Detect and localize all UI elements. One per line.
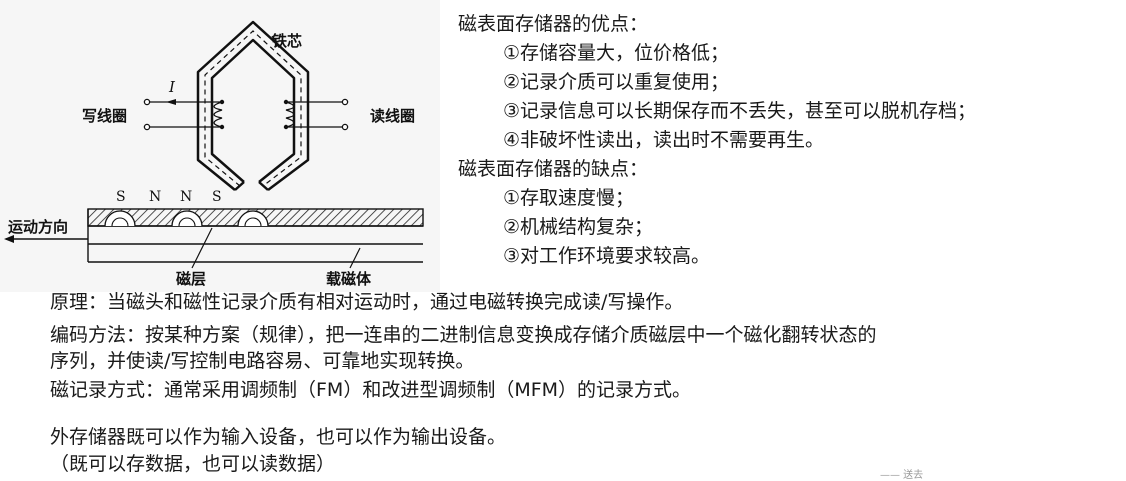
core-inner: [210, 38, 296, 183]
recording-method-text: 磁记录方式：通常采用调频制（FM）和改进型调频制（MFM）的记录方式。: [50, 379, 692, 401]
disadvantage-item: ①存取速度慢；: [503, 187, 635, 209]
direction-label: 运动方向: [8, 218, 69, 236]
advantage-item: ②记录介质可以重复使用；: [503, 71, 730, 93]
recording-medium: [87, 208, 424, 269]
footer-stub: —— 送去: [880, 470, 924, 481]
advantage-item: ①存储容量大，位价格低；: [503, 42, 730, 64]
core-flux-line: [204, 30, 302, 187]
substrate-label: 载磁体: [326, 270, 372, 288]
read-coil-label: 读线圈: [370, 107, 416, 125]
principle-text: 原理：当磁头和磁性记录介质有相对运动时，通过电磁转换完成读/写操作。: [50, 291, 684, 313]
external-storage-text: 外存储器既可以作为输入设备，也可以作为输出设备。: [50, 426, 507, 448]
disadvantage-item: ③对工作环境要求较高。: [503, 245, 711, 267]
advantage-item: ③记录信息可以长期保存而不丢失，甚至可以脱机存档；: [503, 100, 977, 122]
encoding-text-line1: 编码方法：按某种方案（规律），把一连串的二进制信息变换成存储介质磁层中一个磁化翻…: [50, 324, 877, 346]
magnetic-head-diagram: 铁芯 写线圈 读线圈 I 运动方向 磁层 载磁体 S N N S: [0, 0, 440, 292]
pole-label: S: [212, 189, 222, 205]
core-label: 铁芯: [272, 32, 303, 50]
disadvantage-item: ②机械结构复杂；: [503, 216, 654, 238]
advantages-heading: 磁表面存储器的优点：: [458, 13, 649, 35]
current-label: I: [169, 78, 175, 96]
pole-label: S: [116, 189, 126, 205]
write-coil-label: 写线圈: [82, 107, 128, 125]
advantage-item: ④非破坏性读出，读出时不需要再生。: [503, 129, 825, 151]
encoding-text-line2: 序列，并使读/写控制电路容易、可靠地实现转换。: [50, 350, 475, 372]
external-storage-note: （既可以存数据，也可以读数据）: [50, 453, 336, 475]
layer-label: 磁层: [176, 270, 207, 288]
pole-label: N: [180, 189, 193, 205]
disadvantages-heading: 磁表面存储器的缺点：: [458, 158, 649, 180]
pole-label: N: [149, 189, 162, 205]
magnetic-head-drawing: [4, 20, 424, 269]
